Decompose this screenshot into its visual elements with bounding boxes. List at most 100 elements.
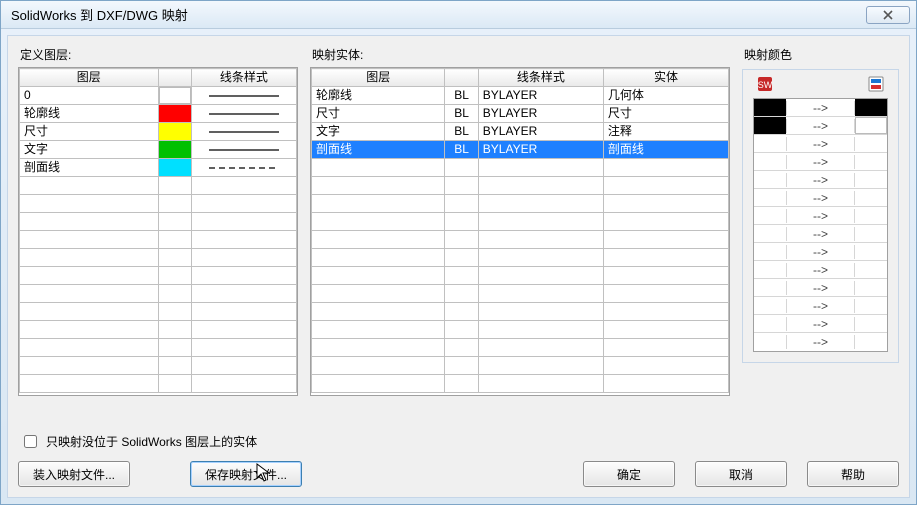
- entity-layer-cell[interactable]: 尺寸: [312, 105, 445, 123]
- entity-entity-cell[interactable]: 注释: [603, 123, 728, 141]
- layer-linestyle-cell[interactable]: [191, 141, 296, 159]
- empty-row[interactable]: [312, 267, 729, 285]
- entity-entity-cell[interactable]: 剖面线: [603, 141, 728, 159]
- empty-row[interactable]: [312, 249, 729, 267]
- layer-color-cell[interactable]: [158, 87, 191, 105]
- color-map-row[interactable]: -->: [754, 279, 887, 297]
- empty-cell[interactable]: [191, 303, 296, 321]
- empty-cell[interactable]: [603, 177, 728, 195]
- empty-cell[interactable]: [603, 267, 728, 285]
- empty-cell[interactable]: [312, 177, 445, 195]
- color-map-right[interactable]: [855, 333, 887, 351]
- empty-cell[interactable]: [603, 159, 728, 177]
- entity-linestyle-cell[interactable]: BYLAYER: [478, 123, 603, 141]
- entities-col-short[interactable]: [445, 69, 478, 87]
- empty-cell[interactable]: [20, 267, 159, 285]
- entity-row[interactable]: 文字BLBYLAYER注释: [312, 123, 729, 141]
- empty-cell[interactable]: [312, 159, 445, 177]
- entity-linestyle-cell[interactable]: BYLAYER: [478, 105, 603, 123]
- entity-row[interactable]: 轮廓线BLBYLAYER几何体: [312, 87, 729, 105]
- entity-row[interactable]: 尺寸BLBYLAYER尺寸: [312, 105, 729, 123]
- empty-cell[interactable]: [478, 231, 603, 249]
- color-map-row[interactable]: -->: [754, 171, 887, 189]
- color-map-left[interactable]: [754, 135, 786, 152]
- color-map-left[interactable]: [754, 99, 786, 116]
- empty-cell[interactable]: [158, 321, 191, 339]
- empty-row[interactable]: [312, 213, 729, 231]
- color-map-row[interactable]: -->: [754, 261, 887, 279]
- empty-cell[interactable]: [478, 357, 603, 375]
- color-map-right[interactable]: [855, 189, 887, 206]
- color-map-left[interactable]: [754, 315, 786, 332]
- empty-row[interactable]: [20, 177, 297, 195]
- empty-cell[interactable]: [312, 231, 445, 249]
- entities-col-linestyle[interactable]: 线条样式: [478, 69, 603, 87]
- empty-cell[interactable]: [312, 285, 445, 303]
- layer-name-cell[interactable]: 轮廓线: [20, 105, 159, 123]
- empty-cell[interactable]: [158, 195, 191, 213]
- empty-cell[interactable]: [478, 339, 603, 357]
- entity-row[interactable]: 剖面线BLBYLAYER剖面线: [312, 141, 729, 159]
- color-map-row[interactable]: -->: [754, 117, 887, 135]
- entity-linestyle-cell[interactable]: BYLAYER: [478, 141, 603, 159]
- empty-cell[interactable]: [20, 285, 159, 303]
- layer-linestyle-cell[interactable]: [191, 87, 296, 105]
- entities-grid[interactable]: 图层 线条样式 实体 轮廓线BLBYLAYER几何体尺寸BLBYLAYER尺寸文…: [310, 67, 730, 396]
- empty-row[interactable]: [20, 249, 297, 267]
- empty-row[interactable]: [20, 231, 297, 249]
- color-map-left[interactable]: [754, 279, 786, 296]
- layer-row[interactable]: 剖面线: [20, 159, 297, 177]
- layer-name-cell[interactable]: 剖面线: [20, 159, 159, 177]
- entity-entity-cell[interactable]: 尺寸: [603, 105, 728, 123]
- entity-entity-cell[interactable]: 几何体: [603, 87, 728, 105]
- color-map-right[interactable]: [855, 99, 887, 116]
- empty-row[interactable]: [20, 321, 297, 339]
- empty-row[interactable]: [312, 375, 729, 393]
- empty-cell[interactable]: [312, 375, 445, 393]
- empty-cell[interactable]: [312, 357, 445, 375]
- empty-row[interactable]: [312, 177, 729, 195]
- layer-linestyle-cell[interactable]: [191, 123, 296, 141]
- empty-cell[interactable]: [478, 285, 603, 303]
- empty-cell[interactable]: [158, 213, 191, 231]
- empty-cell[interactable]: [603, 285, 728, 303]
- layer-linestyle-cell[interactable]: [191, 105, 296, 123]
- empty-cell[interactable]: [603, 339, 728, 357]
- empty-cell[interactable]: [312, 321, 445, 339]
- color-map-right[interactable]: [855, 171, 887, 188]
- layers-col-linestyle[interactable]: 线条样式: [191, 69, 296, 87]
- empty-cell[interactable]: [312, 267, 445, 285]
- layer-color-cell[interactable]: [158, 141, 191, 159]
- color-map-left[interactable]: [754, 297, 786, 314]
- entity-layer-cell[interactable]: 文字: [312, 123, 445, 141]
- entity-short-cell[interactable]: BL: [445, 141, 478, 159]
- color-map-table[interactable]: -->-->-->-->-->-->-->-->-->-->-->-->-->-…: [753, 98, 888, 352]
- color-map-right[interactable]: [855, 207, 887, 224]
- empty-cell[interactable]: [20, 339, 159, 357]
- empty-cell[interactable]: [603, 213, 728, 231]
- empty-cell[interactable]: [191, 285, 296, 303]
- empty-cell[interactable]: [191, 375, 296, 393]
- empty-row[interactable]: [312, 321, 729, 339]
- load-mapping-button[interactable]: 装入映射文件...: [18, 461, 130, 487]
- empty-cell[interactable]: [478, 249, 603, 267]
- layer-row[interactable]: 0: [20, 87, 297, 105]
- empty-cell[interactable]: [191, 231, 296, 249]
- empty-cell[interactable]: [158, 303, 191, 321]
- empty-row[interactable]: [312, 195, 729, 213]
- empty-cell[interactable]: [191, 339, 296, 357]
- empty-cell[interactable]: [312, 339, 445, 357]
- layer-name-cell[interactable]: 0: [20, 87, 159, 105]
- empty-row[interactable]: [20, 285, 297, 303]
- empty-row[interactable]: [20, 195, 297, 213]
- color-map-left[interactable]: [754, 153, 786, 170]
- color-map-row[interactable]: -->: [754, 135, 887, 153]
- color-map-right[interactable]: [855, 117, 887, 134]
- empty-cell[interactable]: [20, 231, 159, 249]
- color-map-left[interactable]: [754, 225, 786, 242]
- layer-name-cell[interactable]: 尺寸: [20, 123, 159, 141]
- empty-cell[interactable]: [603, 249, 728, 267]
- empty-cell[interactable]: [20, 303, 159, 321]
- empty-row[interactable]: [312, 357, 729, 375]
- color-map-right[interactable]: [855, 135, 887, 152]
